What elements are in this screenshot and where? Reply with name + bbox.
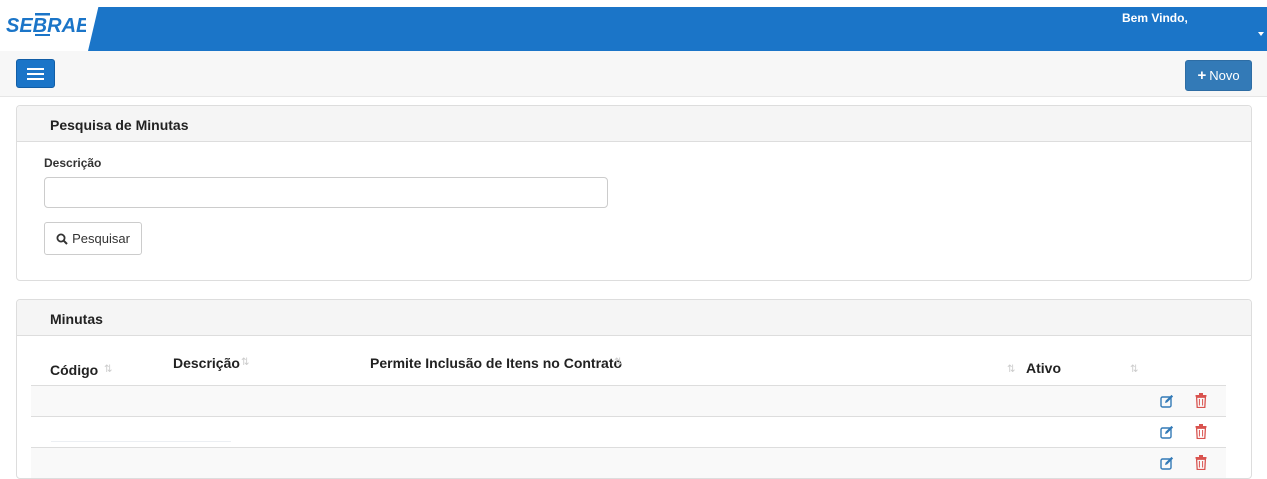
description-input[interactable] <box>44 177 608 208</box>
novo-button-label: Novo <box>1209 68 1240 83</box>
svg-text:SEBRAE: SEBRAE <box>6 15 86 37</box>
plus-icon: + <box>1197 67 1207 84</box>
search-panel-title: Pesquisa de Minutas <box>17 106 1251 142</box>
trash-icon[interactable] <box>1195 424 1207 439</box>
top-header: SEBRAE Bem Vindo, <box>0 0 1267 51</box>
minutas-panel: Minutas Código ⇅ Descrição ⇅ Permite Inc… <box>16 299 1252 479</box>
description-label: Descrição <box>44 156 102 170</box>
menu-toggle-button[interactable] <box>16 59 55 88</box>
sort-icon[interactable]: ⇅ <box>1130 364 1138 375</box>
edit-icon[interactable] <box>1160 456 1174 470</box>
search-icon <box>56 233 68 245</box>
sort-icon[interactable]: ⇅ <box>1007 364 1015 375</box>
row-divider <box>51 441 231 442</box>
sort-icon[interactable]: ⇅ <box>241 357 249 368</box>
user-dropdown-caret-icon[interactable] <box>1258 32 1264 36</box>
hamburger-icon <box>27 67 44 70</box>
welcome-text: Bem Vindo, <box>1122 11 1188 25</box>
table-row <box>31 447 1226 478</box>
trash-icon[interactable] <box>1195 393 1207 408</box>
sebrae-logo[interactable]: SEBRAE <box>6 10 86 38</box>
toolbar: + Novo <box>0 51 1267 97</box>
table-row <box>31 385 1226 416</box>
search-button-label: Pesquisar <box>72 231 130 246</box>
search-button[interactable]: Pesquisar <box>44 222 142 255</box>
table-row <box>31 416 1226 447</box>
column-header-ativo[interactable]: Ativo <box>1026 360 1061 376</box>
edit-icon[interactable] <box>1160 425 1174 439</box>
header-bar <box>88 7 1267 51</box>
column-header-codigo[interactable]: Código <box>50 362 98 378</box>
minutas-panel-title: Minutas <box>17 300 1251 336</box>
column-header-permite[interactable]: Permite Inclusão de Itens no Contrato <box>370 355 622 371</box>
search-panel: Pesquisa de Minutas Descrição Pesquisar <box>16 105 1252 281</box>
sort-icon[interactable]: ⇅ <box>614 357 622 368</box>
sort-icon[interactable]: ⇅ <box>104 364 112 375</box>
novo-button[interactable]: + Novo <box>1185 60 1252 91</box>
column-header-descricao[interactable]: Descrição <box>173 355 240 371</box>
edit-icon[interactable] <box>1160 394 1174 408</box>
trash-icon[interactable] <box>1195 455 1207 470</box>
